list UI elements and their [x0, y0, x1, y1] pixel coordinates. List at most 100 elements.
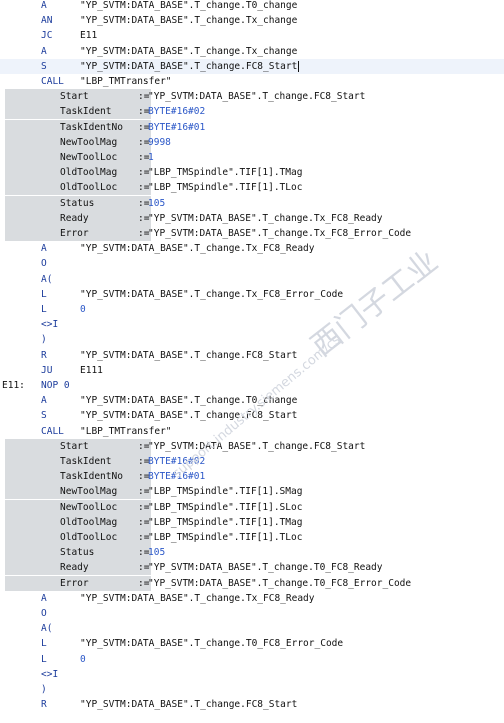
param-value: 1 [148, 152, 154, 163]
code-param-line[interactable]: TaskIdentNo:= BYTE#16#01 [0, 119, 504, 135]
param-value: "YP_SVTM:DATA_BASE".T_change.FC8_Start [148, 440, 366, 452]
param-value: "LBP_TMSpindle".TIF[1].TLoc [148, 182, 303, 194]
param-value: "LBP_TMSpindle".TIF[1].TLoc [148, 532, 303, 543]
param-value: "YP_SVTM:DATA_BASE".T_change.FC8_Start [148, 91, 366, 103]
param-name: NewToolMag [60, 486, 118, 498]
instruction-op: CALL [41, 76, 64, 87]
param-name: NewToolLoc [60, 152, 118, 163]
param-value: "YP_SVTM:DATA_BASE".T_change.T0_FC8_Erro… [148, 577, 412, 589]
instruction-operand: "YP_SVTM:DATA_BASE".T_change.Tx_FC8_Read… [80, 243, 315, 255]
code-param-line[interactable]: OldToolLoc:= "LBP_TMSpindle".TIF[1].TLoc [0, 180, 504, 196]
instruction-op: R [41, 699, 47, 711]
param-name: TaskIdentNo [60, 121, 123, 133]
code-line[interactable]: L0 [0, 302, 504, 317]
instruction-operand: "YP_SVTM:DATA_BASE".T_change.FC8_Start [80, 349, 298, 361]
param-name: NewToolMag [60, 136, 118, 148]
code-line[interactable]: CALL "LBP_TMTransfer" [0, 424, 504, 439]
code-param-line[interactable]: TaskIdentNo:= BYTE#16#01 [0, 469, 504, 485]
instruction-op: L [41, 304, 47, 315]
code-line[interactable]: R "YP_SVTM:DATA_BASE".T_change.FC8_Start [0, 348, 504, 363]
instruction-op: A [41, 395, 47, 407]
code-param-line[interactable]: OldToolMag:= "LBP_TMSpindle".TIF[1].TMag [0, 514, 504, 530]
code-line[interactable]: L "YP_SVTM:DATA_BASE".T_change.T0_FC8_Err… [0, 636, 504, 651]
instruction-op: A( [41, 623, 53, 635]
code-param-line[interactable]: OldToolLoc:= "LBP_TMSpindle".TIF[1].TLoc [0, 530, 504, 545]
code-line[interactable]: E11: NOP 0 [0, 378, 504, 393]
instruction-op: A [41, 243, 47, 255]
code-param-line[interactable]: Ready:= "YP_SVTM:DATA_BASE".T_change.Tx_F… [0, 210, 504, 226]
param-name: Ready [60, 212, 89, 224]
code-line[interactable]: JC E11 [0, 28, 504, 43]
param-value: "LBP_TMSpindle".TIF[1].SLoc [148, 501, 303, 513]
code-line[interactable]: <>I [0, 667, 504, 682]
code-line[interactable]: A( [0, 621, 504, 636]
code-line[interactable]: JU E111 [0, 363, 504, 378]
code-param-line[interactable]: NewToolLoc:= "LBP_TMSpindle".TIF[1].SLoc [0, 499, 504, 515]
code-line[interactable]: <>I [0, 317, 504, 332]
instruction-operand: "YP_SVTM:DATA_BASE".T_change.T0_FC8_Erro… [80, 638, 344, 650]
instruction-op: L [41, 638, 47, 650]
param-name: OldToolLoc [60, 182, 118, 194]
code-line[interactable]: L "YP_SVTM:DATA_BASE".T_change.Tx_FC8_Err… [0, 287, 504, 302]
code-line[interactable]: L0 [0, 652, 504, 667]
param-name: Start [60, 440, 89, 452]
code-line[interactable]: A "YP_SVTM:DATA_BASE".T_change.T0_change [0, 0, 504, 13]
code-line[interactable]: A "YP_SVTM:DATA_BASE".T_change.Tx_change [0, 44, 504, 59]
instruction-op: CALL [41, 425, 64, 437]
code-line[interactable]: A "YP_SVTM:DATA_BASE".T_change.Tx_FC8_Rea… [0, 591, 504, 606]
code-line[interactable]: S "YP_SVTM:DATA_BASE".T_change.FC8_Start [0, 58, 504, 74]
instruction-operand: "YP_SVTM:DATA_BASE".T_change.Tx_change [80, 45, 298, 57]
param-value: 105 [148, 547, 166, 559]
code-line[interactable]: ) [0, 332, 504, 347]
code-param-line[interactable]: Start:= "YP_SVTM:DATA_BASE".T_change.FC8_… [0, 89, 504, 105]
instruction-op: A( [41, 273, 53, 285]
instruction-operand: "YP_SVTM:DATA_BASE".T_change.FC8_Start [80, 60, 298, 72]
param-name: TaskIdent [60, 106, 112, 118]
param-value: 9998 [148, 136, 171, 148]
code-param-line[interactable]: NewToolMag:= 9998 [0, 134, 504, 150]
code-param-line[interactable]: Status:= 105 [0, 545, 504, 561]
code-param-line[interactable]: Error:= "YP_SVTM:DATA_BASE".T_change.T0_F… [0, 575, 504, 591]
code-line[interactable]: AN "YP_SVTM:DATA_BASE".T_change.Tx_change [0, 13, 504, 28]
param-name: Status [60, 197, 95, 209]
param-name: TaskIdentNo [60, 471, 123, 483]
code-line[interactable]: CALL "LBP_TMTransfer" [0, 74, 504, 89]
instruction-operand: E11 [80, 30, 98, 42]
code-param-line[interactable]: Ready:= "YP_SVTM:DATA_BASE".T_change.T0_F… [0, 560, 504, 576]
param-name: Status [60, 547, 95, 559]
instruction-op: A [41, 592, 47, 604]
instruction-op: JU [41, 364, 53, 376]
code-param-line[interactable]: TaskIdent:= BYTE#16#02 [0, 454, 504, 469]
instruction-op: L [41, 288, 47, 300]
code-line[interactable]: ) [0, 682, 504, 697]
instruction-operand: "YP_SVTM:DATA_BASE".T_change.Tx_FC8_Read… [80, 592, 315, 604]
instruction-operand: 0 [80, 304, 86, 315]
instruction-op: <>I [41, 319, 59, 331]
instruction-op: NOP 0 [41, 380, 70, 391]
instruction-operand: "YP_SVTM:DATA_BASE".T_change.Tx_FC8_Erro… [80, 288, 344, 300]
instruction-op: R [41, 349, 47, 361]
code-param-line[interactable]: NewToolLoc:= 1 [0, 150, 504, 165]
instruction-operand: "YP_SVTM:DATA_BASE".T_change.FC8_Start [80, 699, 298, 711]
instruction-operand: "YP_SVTM:DATA_BASE".T_change.Tx_change [80, 15, 298, 27]
param-name: NewToolLoc [60, 501, 118, 513]
param-value: "LBP_TMSpindle".TIF[1].TMag [148, 516, 303, 528]
instruction-op: S [41, 60, 47, 72]
param-name: OldToolMag [60, 167, 118, 179]
code-param-line[interactable]: Start:= "YP_SVTM:DATA_BASE".T_change.FC8_… [0, 438, 504, 454]
code-param-line[interactable]: TaskIdent:= BYTE#16#02 [0, 104, 504, 120]
code-line[interactable]: R "YP_SVTM:DATA_BASE".T_change.FC8_Start [0, 697, 504, 712]
instruction-op: A [41, 45, 47, 57]
code-param-line[interactable]: NewToolMag:= "LBP_TMSpindle".TIF[1].SMag [0, 484, 504, 500]
instruction-operand: "LBP_TMTransfer" [80, 76, 172, 87]
param-value: "YP_SVTM:DATA_BASE".T_change.T0_FC8_Read… [148, 562, 383, 574]
param-name: Ready [60, 562, 89, 574]
code-param-line[interactable]: Status:= 105 [0, 195, 504, 211]
code-param-line[interactable]: OldToolMag:= "LBP_TMSpindle".TIF[1].TMag [0, 165, 504, 181]
code-line[interactable]: O [0, 606, 504, 621]
param-value: BYTE#16#02 [148, 106, 206, 118]
instruction-op: O [41, 608, 47, 619]
code-param-line[interactable]: Error:= "YP_SVTM:DATA_BASE".T_change.Tx_F… [0, 226, 504, 241]
param-name: TaskIdent [60, 456, 112, 467]
jump-label: E11: [2, 380, 25, 391]
